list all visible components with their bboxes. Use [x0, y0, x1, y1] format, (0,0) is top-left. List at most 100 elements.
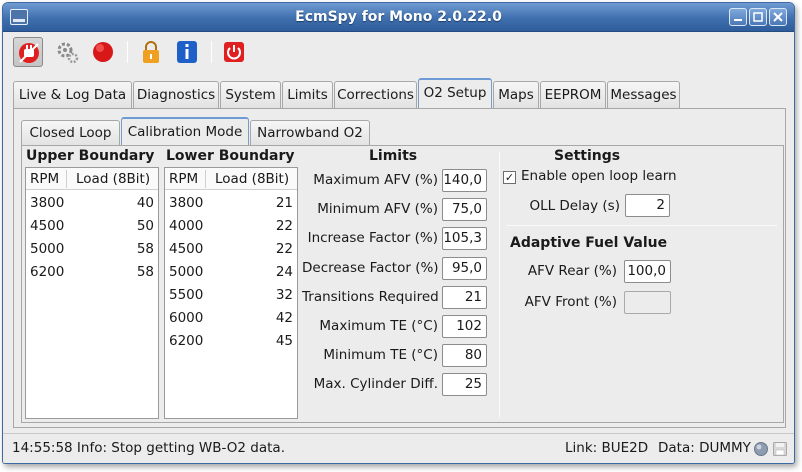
load-cell[interactable]: 50 [137, 218, 154, 234]
load-cell[interactable]: 24 [276, 264, 293, 280]
table-row[interactable]: 5500 32 [165, 284, 297, 307]
tab-system[interactable]: System [220, 81, 281, 108]
load-cell[interactable]: 22 [276, 218, 293, 234]
record-button[interactable] [88, 37, 118, 67]
save-disk-icon[interactable] [772, 441, 788, 457]
afv-front-label: AFV Front (%) [524, 294, 617, 310]
max-cylinder-diff-label: Max. Cylinder Diff. [313, 376, 438, 393]
window-title: EcmSpy for Mono 2.0.22.0 [295, 9, 502, 25]
max-cylinder-diff-field[interactable]: 25 [442, 373, 487, 397]
toolbar-separator [127, 41, 128, 63]
subtab-closed-loop[interactable]: Closed Loop [21, 120, 120, 146]
minimum-te-field[interactable]: 80 [442, 344, 487, 368]
tab-corrections[interactable]: Corrections [334, 81, 417, 108]
afv-rear-field[interactable]: 100,0 [624, 260, 671, 283]
table-header: RPM Load (8Bit) [165, 168, 297, 190]
rpm-cell[interactable]: 6200 [30, 264, 64, 280]
table-row[interactable]: 6200 58 [26, 261, 158, 284]
tab-eeprom[interactable]: EEPROM [540, 81, 606, 108]
table-row[interactable]: 6200 45 [165, 330, 297, 353]
stop-record-icon [93, 42, 113, 62]
increase-factor-label: Increase Factor (%) [307, 230, 438, 247]
tab-maps[interactable]: Maps [493, 81, 539, 108]
minimum-afv-field[interactable]: 75,0 [442, 198, 487, 222]
load-cell[interactable]: 58 [137, 241, 154, 257]
check-mark-icon: ✓ [504, 171, 515, 184]
table-row[interactable]: 3800 40 [26, 192, 158, 215]
column-header-rpm[interactable]: RPM [30, 171, 59, 187]
maximum-afv-label: Maximum AFV (%) [313, 172, 438, 188]
afv-rear-label: AFV Rear (%) [527, 263, 617, 279]
load-cell[interactable]: 42 [276, 310, 293, 326]
tab-o2-setup[interactable]: O2 Setup [418, 78, 492, 108]
table-row[interactable]: 4000 22 [165, 215, 297, 238]
subtab-narrowband-o2[interactable]: Narrowband O2 [250, 120, 370, 146]
oll-delay-field[interactable]: 2 [625, 194, 670, 217]
increase-factor-field[interactable]: 105,3 [442, 227, 487, 251]
limits-title: Limits [369, 148, 418, 164]
decrease-factor-field[interactable]: 95,0 [442, 256, 487, 280]
column-header-load[interactable]: Load (8Bit) [76, 171, 150, 187]
data-source-status: Data: DUMMY [658, 440, 751, 456]
maximum-te-label: Maximum TE (°C) [319, 318, 438, 334]
transitions-required-field[interactable]: 21 [442, 285, 487, 309]
rpm-cell[interactable]: 4000 [169, 218, 203, 234]
load-cell[interactable]: 58 [137, 264, 154, 280]
maximum-afv-field[interactable]: 140,0 [442, 169, 487, 192]
o2-setup-panel: Closed Loop Calibration Mode Narrowband … [13, 108, 786, 428]
upper-boundary-table[interactable]: RPM Load (8Bit) 3800 40 4500 50 5000 58 6200 58 [25, 167, 159, 419]
minimize-button[interactable] [729, 8, 747, 26]
table-row[interactable]: 5000 24 [165, 261, 297, 284]
load-cell[interactable]: 45 [276, 333, 293, 349]
lower-boundary-table[interactable]: RPM Load (8Bit) 3800 21 4000 22 4500 22 5000 24… [164, 167, 298, 419]
table-row[interactable]: 6000 42 [165, 307, 297, 330]
power-button[interactable] [219, 37, 249, 67]
maximize-button[interactable] [749, 8, 767, 26]
connect-button[interactable] [13, 37, 43, 67]
load-cell[interactable]: 40 [137, 195, 154, 211]
rpm-cell[interactable]: 3800 [30, 195, 64, 211]
rpm-cell[interactable]: 5000 [169, 264, 203, 280]
info-button[interactable] [172, 37, 202, 67]
column-header-load[interactable]: Load (8Bit) [215, 171, 289, 187]
load-cell[interactable]: 32 [276, 287, 293, 303]
maximum-te-field[interactable]: 102 [442, 315, 487, 338]
minimize-icon [734, 19, 742, 21]
open-loop-learn-label[interactable]: Enable open loop learn [521, 168, 677, 184]
settings-button[interactable] [53, 37, 83, 67]
column-header-rpm[interactable]: RPM [169, 171, 198, 187]
rpm-cell[interactable]: 5500 [169, 287, 203, 303]
rpm-cell[interactable]: 4500 [169, 241, 203, 257]
rpm-cell[interactable]: 5000 [30, 241, 64, 257]
close-button[interactable] [769, 8, 787, 26]
rpm-cell[interactable]: 3800 [169, 195, 203, 211]
settings-title: Settings [554, 148, 621, 164]
tab-diagnostics[interactable]: Diagnostics [133, 81, 219, 108]
lock-button[interactable] [136, 37, 166, 67]
rpm-cell[interactable]: 4500 [30, 218, 64, 234]
afv-front-field [624, 291, 671, 314]
tab-limits[interactable]: Limits [282, 81, 333, 108]
column-divider [66, 170, 67, 188]
lock-icon [143, 41, 159, 63]
table-row[interactable]: 4500 50 [26, 215, 158, 238]
load-cell[interactable]: 21 [276, 195, 293, 211]
table-row[interactable]: 3800 21 [165, 192, 297, 215]
rpm-cell[interactable]: 6000 [169, 310, 203, 326]
power-icon [224, 42, 244, 62]
table-row[interactable]: 5000 58 [26, 238, 158, 261]
oll-delay-label: OLL Delay (s) [529, 198, 620, 214]
upper-boundary-title: Upper Boundary [26, 148, 155, 164]
connection-status-icon [754, 442, 768, 456]
tab-live-log-data[interactable]: Live & Log Data [13, 81, 132, 108]
rpm-cell[interactable]: 6200 [169, 333, 203, 349]
open-loop-learn-checkbox[interactable]: ✓ [503, 171, 516, 184]
load-cell[interactable]: 22 [276, 241, 293, 257]
tab-messages[interactable]: Messages [607, 81, 680, 108]
link-status: Link: BUE2D [565, 440, 649, 456]
subtab-calibration-mode[interactable]: Calibration Mode [121, 117, 249, 146]
table-row[interactable]: 4500 22 [165, 238, 297, 261]
decrease-factor-label: Decrease Factor (%) [302, 259, 439, 276]
transitions-required-label: Transitions Required [302, 288, 439, 305]
status-bar: 14:55:58 Info: Stop getting WB-O2 data. … [3, 433, 794, 463]
